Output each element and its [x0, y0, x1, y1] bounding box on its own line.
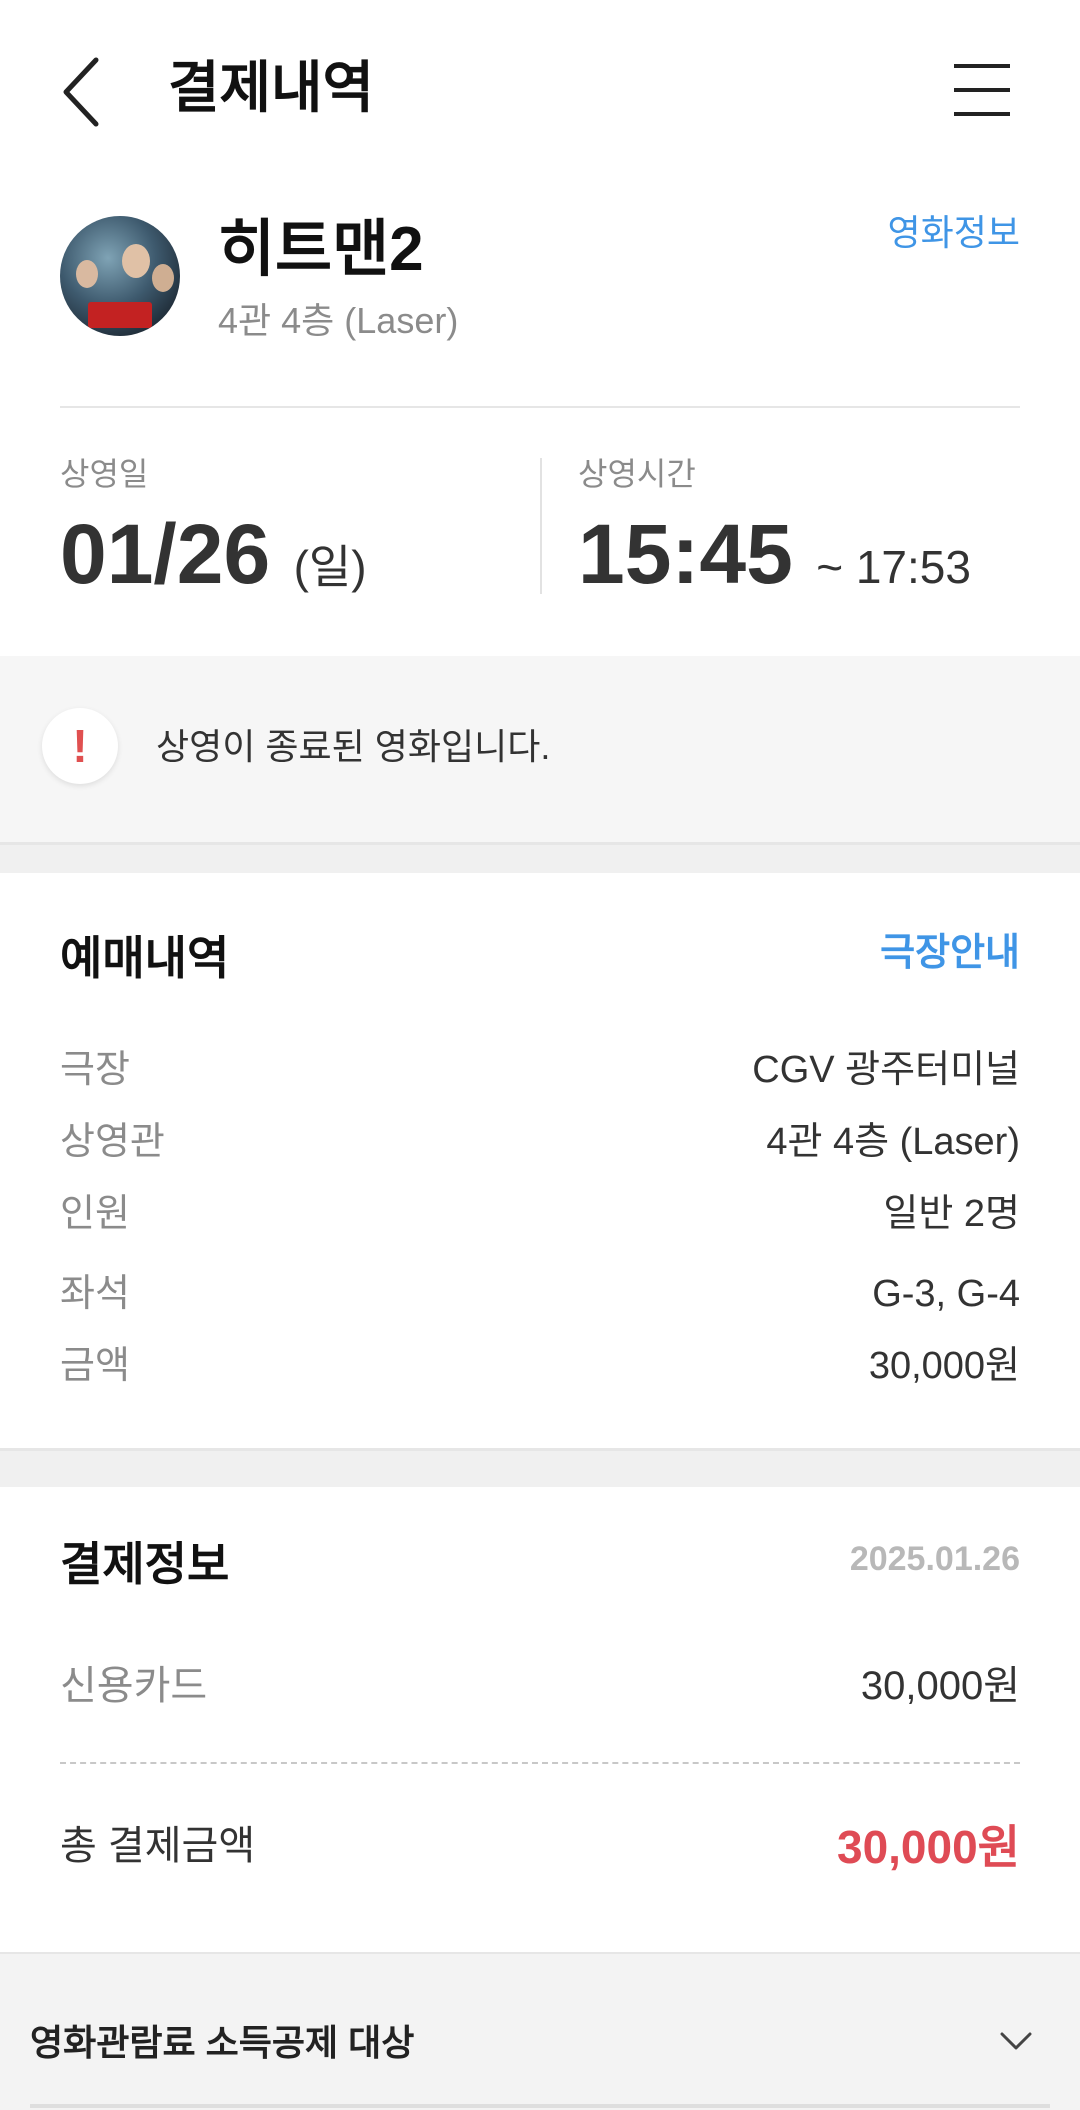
payment-method-label: 신용카드	[60, 1664, 208, 1708]
booking-row-value: 일반 2명	[883, 1193, 1020, 1235]
screening-time-label: 상영시간	[578, 456, 696, 492]
poster-figure	[76, 260, 98, 288]
booking-row-label: 상영관	[60, 1121, 165, 1163]
screening-date: 01/26 (일)	[60, 504, 367, 617]
income-deduction-toggle[interactable]: 영화관람료 소득공제 대상	[0, 1952, 1080, 2110]
vertical-divider	[540, 458, 542, 594]
chevron-down-icon	[996, 2022, 1036, 2062]
chevron-left-icon	[63, 57, 99, 127]
income-deduction-label: 영화관람료 소득공제 대상	[30, 2022, 415, 2063]
back-button[interactable]	[56, 52, 116, 132]
payment-section-title: 결제정보	[60, 1538, 230, 1590]
screening-end-time: ~ 17:53	[816, 541, 971, 593]
screening-start-time: 15:45	[578, 507, 793, 601]
poster-figure	[122, 244, 150, 278]
poster-logo	[88, 302, 152, 328]
hamburger-menu-icon	[954, 64, 1010, 116]
poster-figure	[152, 264, 174, 292]
payment-date: 2025.01.26	[849, 1540, 1020, 1578]
section-gap	[0, 845, 1080, 873]
screening-date-label: 상영일	[60, 456, 149, 492]
booking-row-label: 극장	[60, 1049, 130, 1091]
movie-poster[interactable]	[60, 216, 180, 336]
menu-button[interactable]	[950, 60, 1014, 120]
divider	[60, 406, 1020, 408]
total-amount-value: 30,000원	[836, 1821, 1020, 1873]
total-amount-label: 총 결제금액	[60, 1824, 256, 1868]
notice-text: 상영이 종료된 영화입니다.	[156, 726, 551, 767]
page-title: 결제내역	[168, 56, 375, 119]
movie-hall: 4관 4층 (Laser)	[218, 300, 459, 341]
booking-row-label: 인원	[60, 1193, 130, 1235]
booking-row-label: 좌석	[60, 1273, 130, 1315]
movie-title: 히트맨2	[218, 215, 424, 284]
booking-section-title: 예매내역	[60, 932, 230, 984]
screening-date-value: 01/26	[60, 507, 271, 601]
notice-banner: ! 상영이 종료된 영화입니다.	[0, 656, 1080, 845]
theater-info-link[interactable]: 극장안내	[880, 928, 1020, 978]
movie-info-link[interactable]: 영화정보	[888, 210, 1020, 256]
divider	[30, 2104, 1050, 2108]
screening-time: 15:45 ~ 17:53	[578, 504, 971, 617]
dashed-divider	[60, 1762, 1020, 1764]
booking-row-value: 4관 4층 (Laser)	[766, 1121, 1020, 1163]
payment-method-amount: 30,000원	[860, 1664, 1020, 1708]
exclamation-icon: !	[42, 708, 118, 784]
booking-row-label: 금액	[60, 1345, 130, 1387]
section-gap	[0, 1448, 1080, 1487]
booking-row-value: 30,000원	[868, 1345, 1020, 1387]
booking-row-value: CGV 광주터미널	[752, 1049, 1020, 1091]
booking-row-value: G-3, G-4	[872, 1273, 1020, 1315]
screening-day: (일)	[293, 541, 367, 593]
